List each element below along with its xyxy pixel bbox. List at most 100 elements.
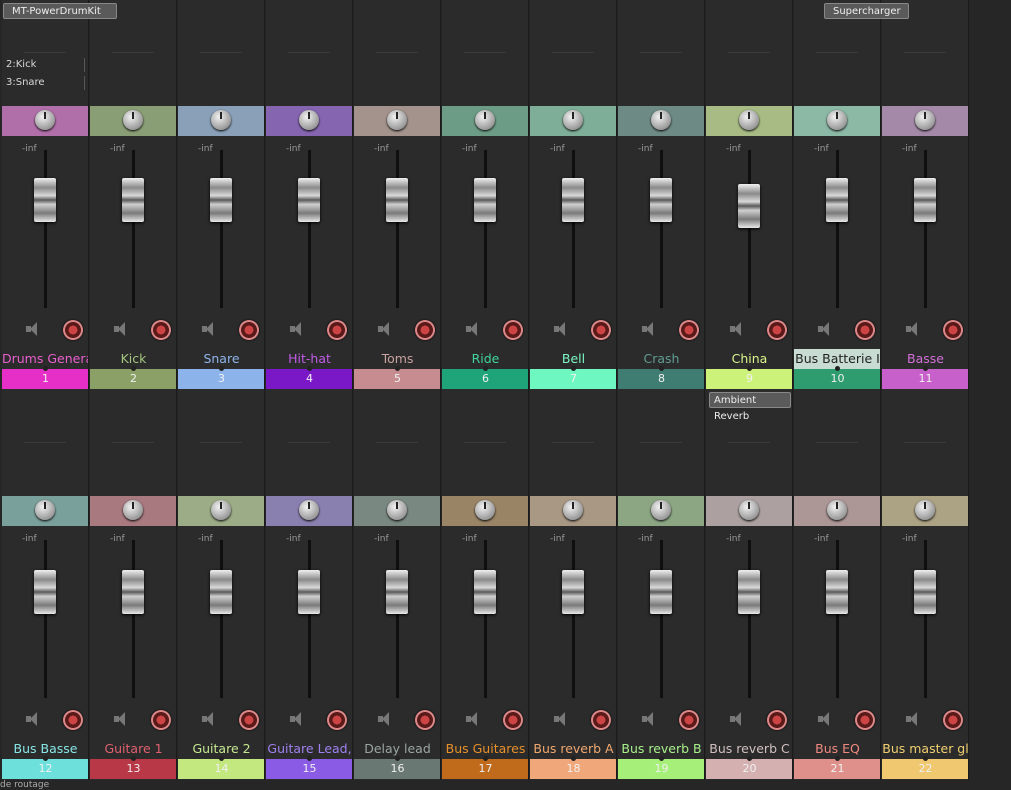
speaker-icon[interactable] <box>818 712 830 726</box>
record-button[interactable] <box>503 710 523 730</box>
volume-fader[interactable] <box>298 178 320 222</box>
fader-track[interactable] <box>748 540 751 698</box>
fx-slot-area[interactable] <box>706 0 792 106</box>
record-button[interactable] <box>239 320 259 340</box>
track-number[interactable]: 19 <box>618 756 704 779</box>
record-button[interactable] <box>943 320 963 340</box>
track-number[interactable]: 6 <box>442 366 528 389</box>
track-number[interactable]: 4 <box>266 366 352 389</box>
fader-track[interactable] <box>924 150 927 308</box>
fx-slot-area[interactable] <box>530 0 616 106</box>
pan-knob[interactable] <box>915 500 935 520</box>
fx-slot-area[interactable] <box>618 390 704 496</box>
fx-slot-area[interactable] <box>266 390 352 496</box>
fader-track[interactable] <box>660 540 663 698</box>
pan-knob[interactable] <box>739 110 759 130</box>
track-number[interactable]: 17 <box>442 756 528 779</box>
volume-fader[interactable] <box>650 570 672 614</box>
speaker-icon[interactable] <box>290 712 302 726</box>
track-number[interactable]: 7 <box>530 366 616 389</box>
speaker-icon[interactable] <box>114 322 126 336</box>
fx-slot-area[interactable] <box>442 390 528 496</box>
record-button[interactable] <box>63 320 83 340</box>
speaker-icon[interactable] <box>554 712 566 726</box>
speaker-icon[interactable] <box>378 322 390 336</box>
volume-fader[interactable] <box>738 184 760 228</box>
speaker-icon[interactable] <box>26 712 38 726</box>
pan-knob[interactable] <box>35 500 55 520</box>
fader-track[interactable] <box>308 150 311 308</box>
speaker-icon[interactable] <box>290 322 302 336</box>
speaker-icon[interactable] <box>642 322 654 336</box>
track-number[interactable]: 3 <box>178 366 264 389</box>
speaker-icon[interactable] <box>906 322 918 336</box>
plugin-tag-ambient-reverb[interactable]: Ambient Reverb <box>709 392 791 422</box>
track-number[interactable]: 8 <box>618 366 704 389</box>
speaker-icon[interactable] <box>26 322 38 336</box>
plugin-tag-supercharger[interactable]: Supercharger <box>824 3 909 19</box>
fx-slot-area[interactable] <box>266 0 352 106</box>
record-button[interactable] <box>415 710 435 730</box>
pan-knob[interactable] <box>387 500 407 520</box>
fx-slot-area[interactable] <box>90 390 176 496</box>
track-number[interactable]: 20 <box>706 756 792 779</box>
pan-knob[interactable] <box>387 110 407 130</box>
fader-track[interactable] <box>132 150 135 308</box>
volume-fader[interactable] <box>914 570 936 614</box>
fader-track[interactable] <box>748 150 751 308</box>
pan-knob[interactable] <box>299 110 319 130</box>
fader-track[interactable] <box>44 540 47 698</box>
record-button[interactable] <box>767 320 787 340</box>
track-number[interactable]: 15 <box>266 756 352 779</box>
volume-fader[interactable] <box>914 178 936 222</box>
plugin-tag-mt-powerdrumkit[interactable]: MT-PowerDrumKit <box>3 3 117 19</box>
fx-slot-area[interactable] <box>530 390 616 496</box>
record-button[interactable] <box>151 320 171 340</box>
fader-track[interactable] <box>836 540 839 698</box>
track-number[interactable]: 5 <box>354 366 440 389</box>
volume-fader[interactable] <box>826 178 848 222</box>
volume-fader[interactable] <box>474 570 496 614</box>
volume-fader[interactable] <box>474 178 496 222</box>
volume-fader[interactable] <box>386 178 408 222</box>
fx-slot-area[interactable] <box>178 0 264 106</box>
pan-knob[interactable] <box>123 500 143 520</box>
record-button[interactable] <box>943 710 963 730</box>
pan-knob[interactable] <box>299 500 319 520</box>
track-number[interactable]: 9 <box>706 366 792 389</box>
fader-track[interactable] <box>836 150 839 308</box>
pan-knob[interactable] <box>651 110 671 130</box>
track-number[interactable]: 18 <box>530 756 616 779</box>
speaker-icon[interactable] <box>202 712 214 726</box>
record-button[interactable] <box>415 320 435 340</box>
pan-knob[interactable] <box>123 110 143 130</box>
track-number[interactable]: 10 <box>794 366 880 389</box>
fader-track[interactable] <box>396 540 399 698</box>
fader-track[interactable] <box>660 150 663 308</box>
track-number[interactable]: 11 <box>882 366 968 389</box>
volume-fader[interactable] <box>34 178 56 222</box>
fx-slot-area[interactable] <box>794 390 880 496</box>
track-number[interactable]: 16 <box>354 756 440 779</box>
fx-item[interactable]: 2:Kick <box>6 56 86 74</box>
volume-fader[interactable] <box>562 178 584 222</box>
track-number[interactable]: 21 <box>794 756 880 779</box>
volume-fader[interactable] <box>210 570 232 614</box>
speaker-icon[interactable] <box>466 712 478 726</box>
speaker-icon[interactable] <box>114 712 126 726</box>
fader-track[interactable] <box>396 150 399 308</box>
volume-fader[interactable] <box>386 570 408 614</box>
record-button[interactable] <box>503 320 523 340</box>
speaker-icon[interactable] <box>730 322 742 336</box>
track-number[interactable]: 1 <box>2 366 88 389</box>
track-number[interactable]: 22 <box>882 756 968 779</box>
fx-slot-area[interactable] <box>354 390 440 496</box>
volume-fader[interactable] <box>738 570 760 614</box>
fader-track[interactable] <box>484 540 487 698</box>
pan-knob[interactable] <box>651 500 671 520</box>
fader-track[interactable] <box>924 540 927 698</box>
pan-knob[interactable] <box>739 500 759 520</box>
volume-fader[interactable] <box>562 570 584 614</box>
volume-fader[interactable] <box>826 570 848 614</box>
record-button[interactable] <box>327 710 347 730</box>
